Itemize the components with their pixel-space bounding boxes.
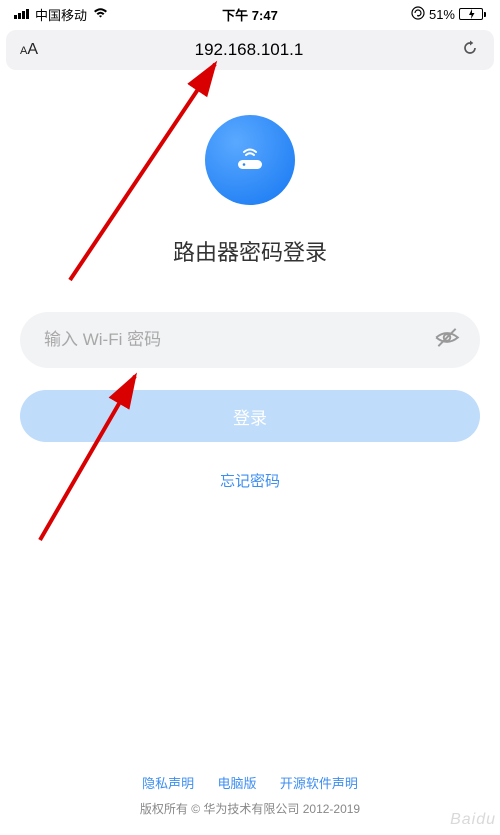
- font-size-button[interactable]: AA: [20, 41, 38, 59]
- watermark: Baidu: [450, 811, 496, 829]
- status-left: 中国移动: [14, 5, 108, 24]
- footer-links: 隐私声明 电脑版 开源软件声明: [0, 773, 500, 792]
- forgot-password-link[interactable]: 忘记密码: [20, 470, 480, 491]
- browser-url-bar[interactable]: AA 192.168.101.1: [6, 30, 494, 70]
- router-icon: [229, 137, 271, 184]
- desktop-link[interactable]: 电脑版: [217, 776, 256, 791]
- eye-off-icon[interactable]: [434, 325, 460, 356]
- battery-icon: [459, 8, 486, 20]
- wifi-icon: [93, 7, 108, 22]
- status-right: 51%: [411, 6, 486, 23]
- privacy-link[interactable]: 隐私声明: [142, 776, 194, 791]
- login-button[interactable]: 登录: [20, 390, 480, 442]
- url-display[interactable]: 192.168.101.1: [38, 40, 460, 60]
- page-title: 路由器密码登录: [20, 235, 480, 267]
- opensource-link[interactable]: 开源软件声明: [280, 776, 358, 791]
- password-input[interactable]: [44, 330, 425, 350]
- battery-percent-label: 51%: [429, 7, 455, 22]
- rotation-lock-icon: [411, 6, 425, 23]
- signal-icon: [14, 9, 29, 19]
- reload-icon[interactable]: [460, 38, 480, 63]
- footer: 隐私声明 电脑版 开源软件声明 版权所有 © 华为技术有限公司 2012-201…: [0, 773, 500, 817]
- copyright-text: 版权所有 © 华为技术有限公司 2012-2019: [0, 800, 500, 817]
- carrier-label: 中国移动: [35, 5, 87, 24]
- router-logo: [205, 115, 295, 205]
- status-bar: 中国移动 下午 7:47 51%: [0, 0, 500, 28]
- time-label: 下午 7:47: [222, 5, 278, 24]
- password-input-wrapper[interactable]: [20, 312, 480, 368]
